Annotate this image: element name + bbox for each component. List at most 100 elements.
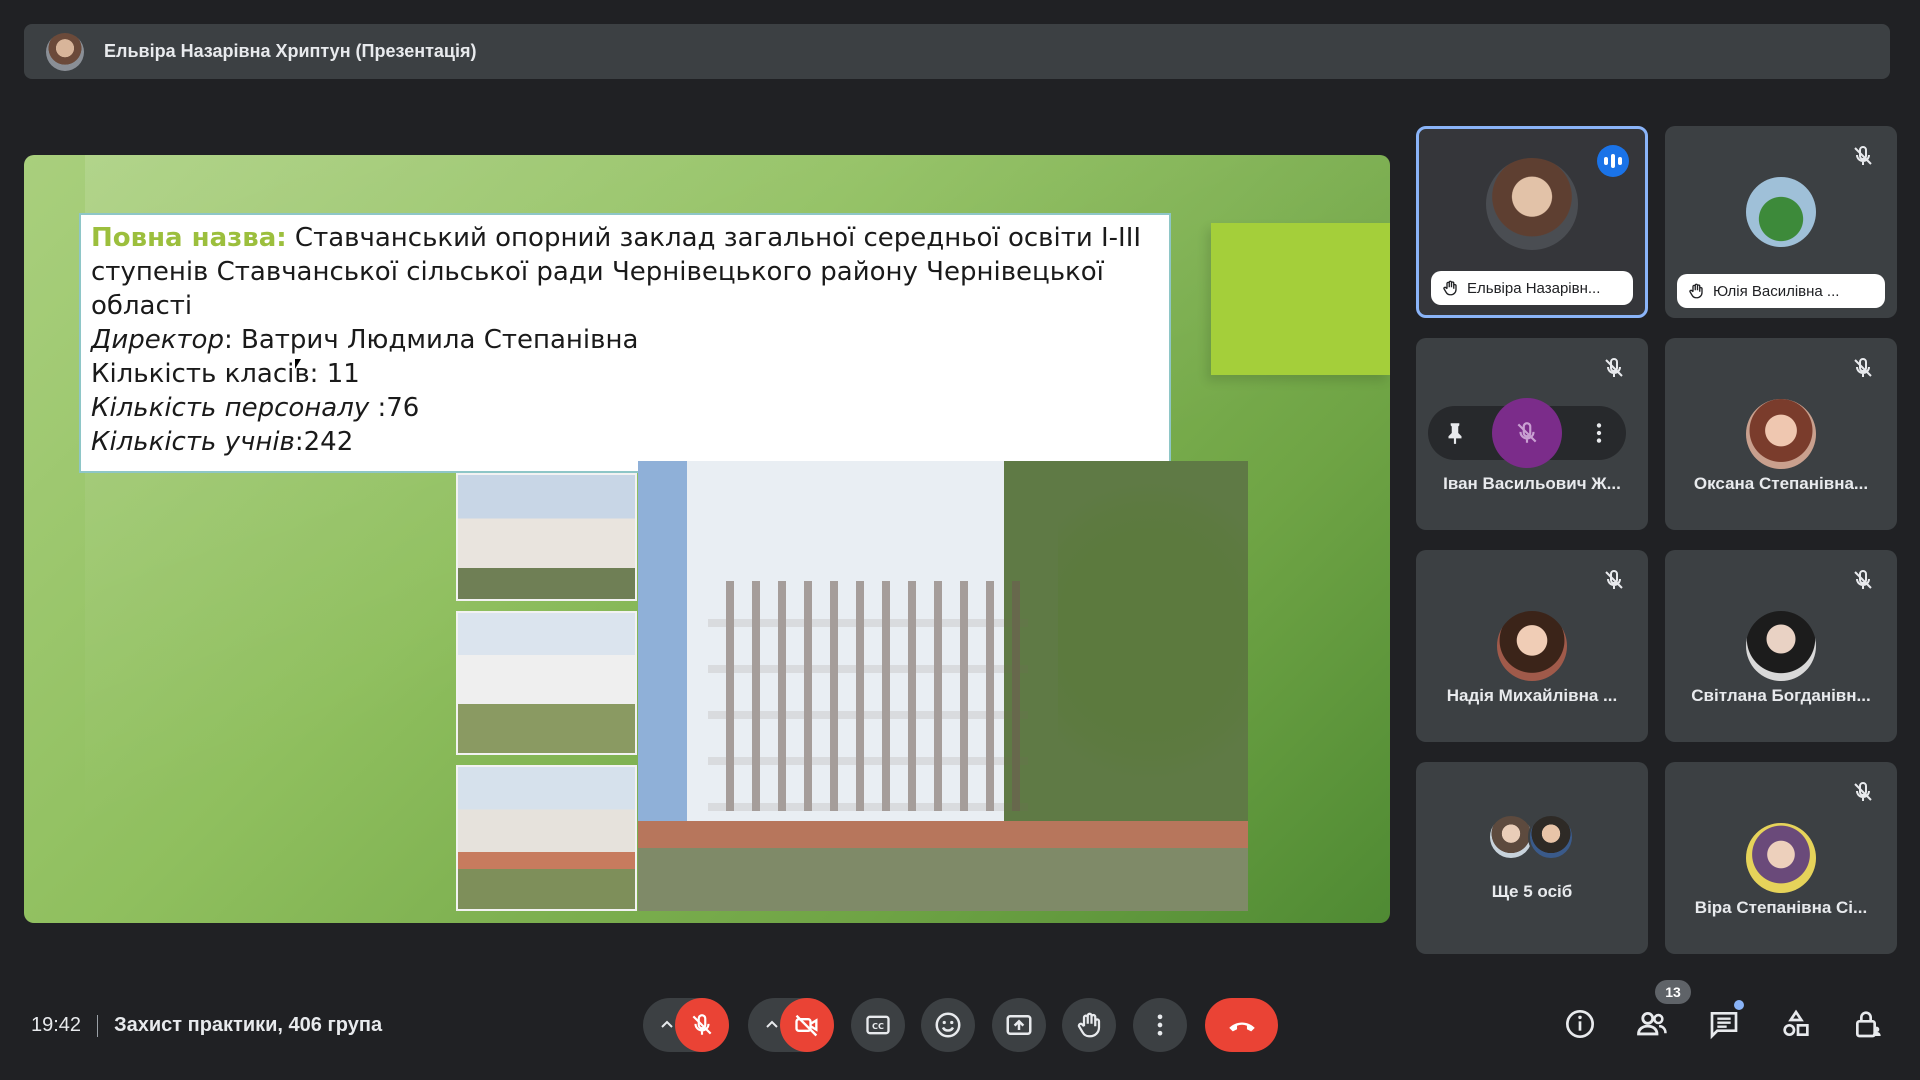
bottom-control-bar: 19:42 Захист практики, 406 група CC: [0, 990, 1920, 1066]
chat-notification-dot: [1734, 1000, 1744, 1010]
staff-label: Кількість персоналу: [91, 393, 370, 423]
school-photo-2: [456, 611, 637, 755]
school-photo-main: [638, 461, 1248, 911]
participant-tile[interactable]: Ще 5 осіб: [1416, 762, 1648, 954]
mic-off-icon: [1854, 357, 1872, 377]
participant-name: Віра Степанівна Сі...: [1694, 898, 1868, 917]
more-options-icon[interactable]: [1586, 420, 1612, 446]
director-value: : Ватрич Людмила Степанівна: [223, 325, 639, 355]
camera-off-icon: [795, 1014, 818, 1037]
mic-off-icon: [1517, 422, 1537, 443]
present-screen-button[interactable]: [992, 998, 1046, 1052]
avatar: [1746, 177, 1816, 247]
divider: [97, 1014, 99, 1037]
chat-icon: [1710, 1012, 1738, 1040]
participant-tile[interactable]: Ельвіра Назарівн...: [1416, 126, 1648, 318]
meeting-title: Захист практики, 406 група: [114, 1014, 383, 1036]
mic-toggle-button[interactable]: [675, 998, 729, 1052]
avatar: [1746, 399, 1816, 469]
participant-name: Надія Михайлівна ...: [1446, 686, 1618, 705]
participant-name: Ельвіра Назарівн...: [1467, 279, 1601, 297]
participant-name: Юлія Василівна ...: [1713, 282, 1840, 300]
mic-off-icon: [1605, 569, 1623, 589]
director-label: Директор: [91, 325, 224, 355]
activities-button[interactable]: [1776, 1004, 1816, 1044]
students-line: Кількість учнів:242: [91, 425, 1159, 459]
host-controls-button[interactable]: [1848, 1004, 1888, 1044]
director-line: Директор: Ватрич Людмила Степанівна: [91, 323, 1159, 357]
meeting-details-button[interactable]: [1560, 1004, 1600, 1044]
presenter-avatar: [46, 32, 84, 71]
activities-icon: [1783, 1009, 1809, 1036]
closed-captions-icon: CC: [866, 1015, 890, 1035]
students-value: :242: [294, 427, 354, 457]
full-name-label: Повна назва:: [91, 223, 287, 253]
staff-value: :76: [369, 393, 420, 423]
raise-hand-button[interactable]: [1062, 998, 1116, 1052]
camera-control-group: [748, 998, 834, 1052]
chevron-up-icon[interactable]: [760, 1013, 784, 1037]
slide-accent-block: [1211, 223, 1390, 375]
participant-tile[interactable]: Надія Михайлівна ...: [1416, 550, 1648, 742]
speaking-indicator-icon: [1597, 145, 1629, 177]
participant-tile[interactable]: Віра Степанівна Сі...: [1665, 762, 1897, 954]
classes-line: Кількість класів: 11: [91, 359, 360, 389]
school-photo-1: [456, 473, 637, 601]
mouse-cursor-icon: [295, 359, 301, 369]
camera-toggle-button[interactable]: [780, 998, 834, 1052]
mic-off-icon: [1854, 781, 1872, 801]
participant-name-pill: Ельвіра Назарівн...: [1431, 271, 1633, 305]
building-windows: [708, 581, 1028, 811]
mic-off-icon: [1605, 357, 1623, 377]
more-vert-icon: [1157, 1014, 1163, 1036]
pin-icon[interactable]: [1442, 420, 1468, 446]
hang-up-icon: [1228, 1022, 1255, 1032]
mic-off-icon: [1854, 569, 1872, 589]
staff-line: Кількість персоналу :76: [91, 391, 1159, 425]
avatar: [1486, 158, 1578, 250]
lock-person-icon: [1856, 1011, 1881, 1038]
presenter-bar: Ельвіра Назарівна Хриптун (Презентація): [24, 24, 1890, 79]
full-name-line: Повна назва: Ставчанський опорний заклад…: [91, 221, 1159, 323]
more-options-button[interactable]: [1133, 998, 1187, 1052]
more-participants-avatars: [1488, 814, 1578, 860]
raise-hand-icon: [1077, 1012, 1101, 1038]
school-photo-3: [456, 765, 637, 911]
presentation-stage: Повна назва: Ставчанський опорний заклад…: [24, 155, 1390, 923]
present-screen-icon: [1006, 1015, 1032, 1035]
reactions-button[interactable]: [921, 998, 975, 1052]
participant-tile[interactable]: Світлана Богданівн...: [1665, 550, 1897, 742]
mic-off-icon: [692, 1014, 712, 1035]
svg-text:CC: CC: [872, 1021, 884, 1031]
mute-participant-button[interactable]: [1492, 398, 1562, 468]
presenter-name: Ельвіра Назарівна Хриптун (Презентація): [104, 41, 477, 61]
students-label: Кількість учнів: [91, 427, 295, 457]
meeting-info: 19:42 Захист практики, 406 група: [31, 1014, 382, 1037]
school-info-box: Повна назва: Ставчанський опорний заклад…: [79, 213, 1171, 473]
participant-count-badge: 13: [1655, 980, 1691, 1004]
people-icon: [1637, 1011, 1667, 1036]
avatar: [1528, 814, 1574, 860]
participant-tile[interactable]: Юлія Василівна ...: [1665, 126, 1897, 318]
avatar: [1746, 823, 1816, 893]
captions-button[interactable]: CC: [851, 998, 905, 1052]
participant-tile[interactable]: Оксана Степанівна...: [1665, 338, 1897, 530]
participant-name: Оксана Степанівна...: [1693, 474, 1869, 493]
tree: [1058, 481, 1248, 781]
leave-call-button[interactable]: [1205, 998, 1278, 1052]
avatar: [1497, 611, 1567, 681]
mic-control-group: [643, 998, 729, 1052]
people-button[interactable]: [1632, 1004, 1672, 1044]
more-participants-label: Ще 5 осіб: [1491, 882, 1573, 901]
emoji-icon: [935, 1012, 961, 1038]
raised-hand-icon: [1689, 283, 1703, 299]
chat-button[interactable]: [1704, 1004, 1744, 1044]
avatar: [1746, 611, 1816, 681]
participant-name-pill: Юлія Василівна ...: [1677, 274, 1885, 308]
participant-name: Іван Васильович Ж...: [1443, 474, 1621, 493]
info-icon: [1566, 1010, 1594, 1038]
participant-tile[interactable]: Іван Васильович Ж...: [1416, 338, 1648, 530]
meeting-time: 19:42: [31, 1014, 82, 1036]
raised-hand-icon: [1443, 280, 1457, 296]
chevron-up-icon[interactable]: [655, 1013, 679, 1037]
